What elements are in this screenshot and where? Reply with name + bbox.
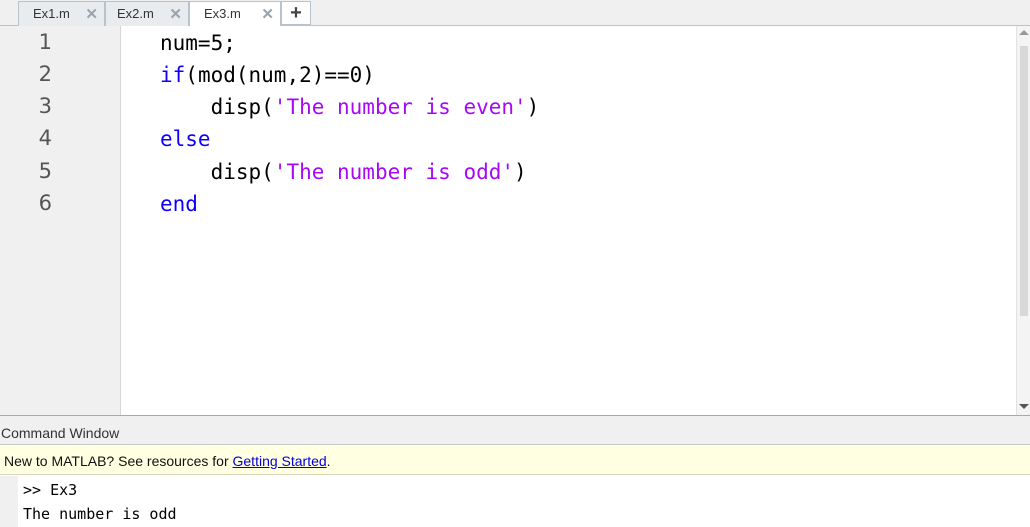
line-number: 5 — [38, 159, 52, 183]
tab-label: Ex3.m — [204, 6, 241, 21]
scroll-down-icon[interactable] — [1019, 404, 1029, 409]
code-text: ) — [526, 95, 540, 119]
add-tab-button[interactable]: + — [281, 1, 311, 25]
tab-ex3[interactable]: Ex3.m ✕ — [189, 1, 281, 27]
command-output-line: The number is odd — [23, 505, 177, 523]
keyword: end — [160, 192, 198, 216]
close-icon[interactable]: ✕ — [85, 5, 98, 23]
line-number: 1 — [38, 30, 52, 54]
tab-ex2[interactable]: Ex2.m ✕ — [105, 1, 189, 26]
line-number: 2 — [38, 62, 52, 86]
panel-splitter[interactable] — [0, 415, 1030, 423]
command-prompt-line[interactable]: >> Ex3 — [23, 481, 77, 499]
tab-ex1[interactable]: Ex1.m ✕ — [18, 1, 105, 26]
string-literal: 'The number is even' — [273, 95, 527, 119]
editor-tab-bar: Ex1.m ✕ Ex2.m ✕ Ex3.m ✕ + — [0, 0, 1030, 27]
close-icon[interactable]: ✕ — [169, 5, 182, 23]
notice-text: New to MATLAB? See resources for — [4, 453, 233, 469]
keyword: if — [160, 63, 186, 87]
notice-end: . — [326, 453, 331, 469]
line-number-gutter: 1 2 3 4 5 6 — [0, 26, 121, 415]
code-line[interactable]: disp('The number is even') — [160, 92, 540, 122]
code-text: disp( — [210, 160, 274, 184]
getting-started-link[interactable]: Getting Started — [233, 453, 327, 469]
scroll-up-icon[interactable] — [1019, 30, 1029, 35]
code-editor[interactable]: 1 2 3 4 5 6 num=5; if(mod(num,2)==0) dis… — [0, 26, 1030, 415]
command-window[interactable]: >> Ex3 The number is odd — [0, 476, 1030, 527]
editor-scrollbar[interactable] — [1016, 26, 1030, 415]
command-gutter — [0, 476, 18, 527]
line-number: 6 — [38, 191, 52, 215]
scroll-thumb[interactable] — [1020, 46, 1028, 316]
code-text: num=5; — [160, 31, 236, 55]
code-text: (mod(num,2)==0) — [185, 63, 375, 87]
close-icon[interactable]: ✕ — [261, 5, 274, 23]
command-window-title: Command Window — [0, 423, 1030, 445]
getting-started-notice: New to MATLAB? See resources for Getting… — [0, 446, 1030, 475]
code-text: disp( — [210, 95, 274, 119]
string-literal: 'The number is odd' — [273, 160, 515, 184]
line-number: 4 — [38, 126, 52, 150]
code-text: ) — [514, 160, 527, 184]
code-line[interactable]: if(mod(num,2)==0) — [160, 60, 375, 90]
code-line[interactable]: num=5; — [160, 28, 236, 58]
code-line[interactable]: else — [160, 124, 211, 154]
keyword: else — [160, 127, 211, 151]
tab-label: Ex1.m — [33, 6, 70, 21]
tab-label: Ex2.m — [117, 6, 154, 21]
code-line[interactable]: end — [160, 189, 198, 219]
code-line[interactable]: disp('The number is odd') — [160, 157, 527, 187]
line-number: 3 — [38, 94, 52, 118]
